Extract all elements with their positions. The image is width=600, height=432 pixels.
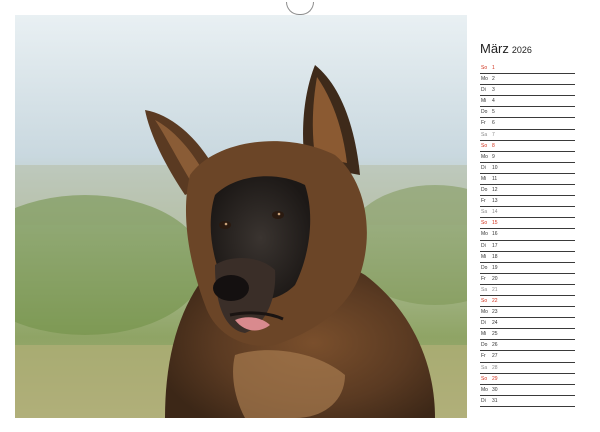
day-number: 6 xyxy=(492,120,495,127)
day-number: 19 xyxy=(492,264,498,271)
day-number: 17 xyxy=(492,242,498,249)
calendar-panel: März 2026 So 1 Mo 2 Di 3 Mi 4 Do 5 Fr 6 Sa 7 So 8 Mo 9 Di 10… xyxy=(468,15,585,418)
day-number: 10 xyxy=(492,164,498,171)
day-number: 25 xyxy=(492,331,498,338)
day-row: Mo 2 xyxy=(480,74,575,86)
day-row: Fr 13 xyxy=(480,196,575,208)
day-row: Mi 18 xyxy=(480,252,575,263)
day-number: 9 xyxy=(492,153,495,160)
day-row: Sa 28 xyxy=(480,363,575,374)
day-number: 18 xyxy=(492,253,498,260)
day-row: Di 24 xyxy=(480,318,575,330)
day-row: Do 19 xyxy=(480,263,575,274)
day-row: Mi 11 xyxy=(480,174,575,186)
day-number: 14 xyxy=(492,209,498,216)
day-number: 31 xyxy=(492,397,498,404)
day-row: Mi 25 xyxy=(480,329,575,341)
month-name: März xyxy=(480,41,509,56)
day-row: So 29 xyxy=(480,374,575,385)
day-row: Do 12 xyxy=(480,185,575,197)
day-list: So 1 Mo 2 Di 3 Mi 4 Do 5 Fr 6 Sa 7 So 8 Mo 9 Di 10 Mi 11 Do 12 F… xyxy=(480,63,575,407)
day-number: 3 xyxy=(492,87,495,94)
day-number: 1 xyxy=(492,65,495,71)
day-number: 27 xyxy=(492,353,498,360)
day-number: 16 xyxy=(492,231,498,238)
day-number: 5 xyxy=(492,109,495,116)
day-row: Mo 16 xyxy=(480,229,575,241)
day-row: Di 10 xyxy=(480,163,575,174)
day-number: 30 xyxy=(492,386,498,393)
day-number: 28 xyxy=(492,364,498,371)
day-row: So 1 xyxy=(480,63,575,75)
day-row: Mo 23 xyxy=(480,307,575,319)
day-row: Mo 9 xyxy=(480,152,575,163)
day-row: Mo 30 xyxy=(480,385,575,396)
day-number: 22 xyxy=(492,297,498,304)
day-number: 2 xyxy=(492,76,495,83)
day-row: Sa 14 xyxy=(480,207,575,219)
day-row: Fr 6 xyxy=(480,118,575,130)
calendar-page: März 2026 So 1 Mo 2 Di 3 Mi 4 Do 5 Fr 6 Sa 7 So 8 Mo 9 Di 10… xyxy=(0,0,600,432)
day-number: 21 xyxy=(492,286,498,293)
day-number: 29 xyxy=(492,375,498,382)
day-number: 20 xyxy=(492,275,498,282)
day-row: Di 3 xyxy=(480,85,575,97)
day-number: 26 xyxy=(492,342,498,349)
day-number: 11 xyxy=(492,175,498,182)
day-number: 7 xyxy=(492,131,495,138)
day-row: So 15 xyxy=(480,218,575,230)
month-heading: März 2026 xyxy=(480,41,532,56)
day-row: Do 5 xyxy=(480,107,575,119)
day-row: Mi 4 xyxy=(480,96,575,108)
day-row: Fr 27 xyxy=(480,351,575,363)
day-row: Di 17 xyxy=(480,241,575,252)
day-row: Sa 21 xyxy=(480,285,575,296)
day-number: 15 xyxy=(492,220,498,227)
day-row: Do 26 xyxy=(480,340,575,352)
day-number: 12 xyxy=(492,187,498,194)
day-row: So 8 xyxy=(480,141,575,152)
day-row: Di 31 xyxy=(480,396,575,407)
day-row: So 22 xyxy=(480,296,575,308)
day-number: 13 xyxy=(492,198,498,205)
dog-photo xyxy=(15,15,467,418)
day-row: Sa 7 xyxy=(480,130,575,141)
month-year: 2026 xyxy=(511,45,532,55)
day-row: Fr 20 xyxy=(480,274,575,285)
day-number: 4 xyxy=(492,98,495,105)
day-number: 23 xyxy=(492,309,498,316)
day-number: 24 xyxy=(492,320,498,327)
day-number: 8 xyxy=(492,142,495,149)
